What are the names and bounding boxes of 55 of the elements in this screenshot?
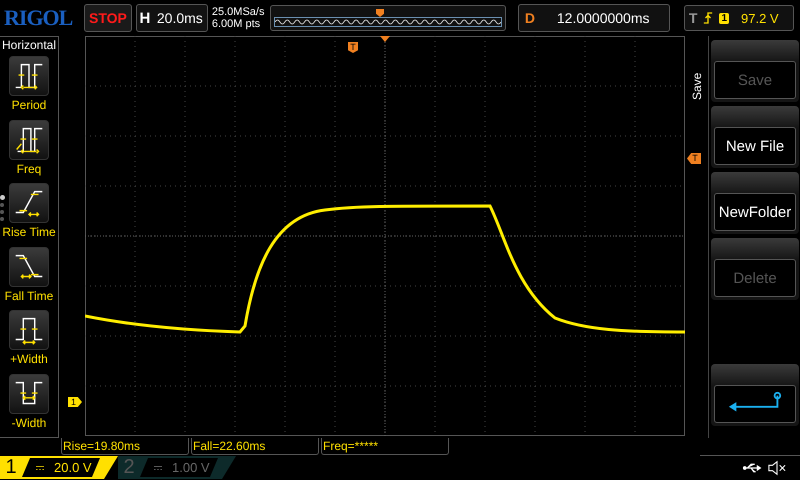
brand-logo: RIGOL — [4, 5, 74, 31]
trigger-level: 97.2 V — [741, 10, 779, 26]
timebase-box[interactable]: H 20.0ms — [136, 4, 208, 32]
menu-button[interactable]: NewFolder — [714, 193, 796, 231]
trigger-channel: 1 — [719, 12, 729, 24]
channel-tab[interactable]: 1 20.0 V — [0, 456, 118, 479]
channel-number: 1 — [4, 456, 18, 479]
channel-tab[interactable]: 2 1.00 V — [118, 456, 236, 479]
dc-coupling-icon — [154, 464, 162, 470]
page-dot[interactable] — [0, 217, 4, 221]
trigger-label: T — [688, 10, 698, 26]
panel-title: Horizontal — [2, 38, 56, 52]
measure-button[interactable] — [9, 374, 49, 414]
trigger-position-marker[interactable]: T — [348, 42, 358, 53]
measure-button[interactable] — [9, 56, 49, 96]
trigger-level-marker[interactable]: T — [687, 153, 701, 164]
delay-label: D — [524, 10, 536, 26]
timebase-label: H — [138, 10, 152, 26]
page-dot[interactable] — [0, 210, 4, 214]
measure-label: Period — [12, 98, 46, 112]
delay-marker-icon — [380, 36, 390, 42]
channel-marker[interactable]: 1 — [68, 397, 82, 407]
rising-edge-icon — [703, 12, 714, 24]
measure-label: Rise Time — [2, 225, 56, 239]
measure-label: -Width — [12, 416, 46, 430]
measure-button[interactable] — [9, 120, 49, 160]
delay-box[interactable]: D 12.0000000ms — [518, 4, 670, 32]
menu-button[interactable]: New File — [714, 127, 796, 165]
menu-title: Save — [690, 72, 704, 100]
measurement-result: Fall=22.60ms — [191, 438, 319, 455]
dc-coupling-icon — [36, 464, 44, 470]
measurement-result: Freq=***** — [321, 438, 449, 455]
measure-button[interactable] — [9, 183, 49, 223]
channel-scale: 20.0 V — [22, 458, 100, 477]
delay-value: 12.0000000ms — [556, 10, 650, 26]
speaker-muted-icon — [768, 460, 786, 476]
memory-depth: 6.00M pts — [212, 18, 262, 30]
measure-label: Freq — [16, 162, 42, 176]
overview-wave-icon — [274, 17, 502, 27]
sample-rate: 25.0MSa/s — [212, 6, 266, 18]
measure-button[interactable] — [9, 310, 49, 350]
page-dot[interactable] — [0, 203, 4, 207]
channel-scale: 1.00 V — [140, 458, 218, 477]
measure-button[interactable] — [9, 246, 49, 286]
timebase-value: 20.0ms — [156, 10, 203, 26]
channel-number: 2 — [122, 456, 136, 479]
run-state[interactable]: STOP — [84, 4, 132, 32]
measure-label: Fall Time — [4, 288, 54, 302]
back-button[interactable] — [714, 385, 796, 423]
usb-icon — [742, 462, 762, 474]
trigger-box[interactable]: T 1 97.2 V — [684, 5, 794, 31]
page-dot[interactable] — [0, 195, 5, 200]
trigger-position-icon — [376, 9, 384, 17]
measure-label: +Width — [10, 352, 48, 366]
measurement-result: Rise=19.80ms — [61, 438, 189, 455]
